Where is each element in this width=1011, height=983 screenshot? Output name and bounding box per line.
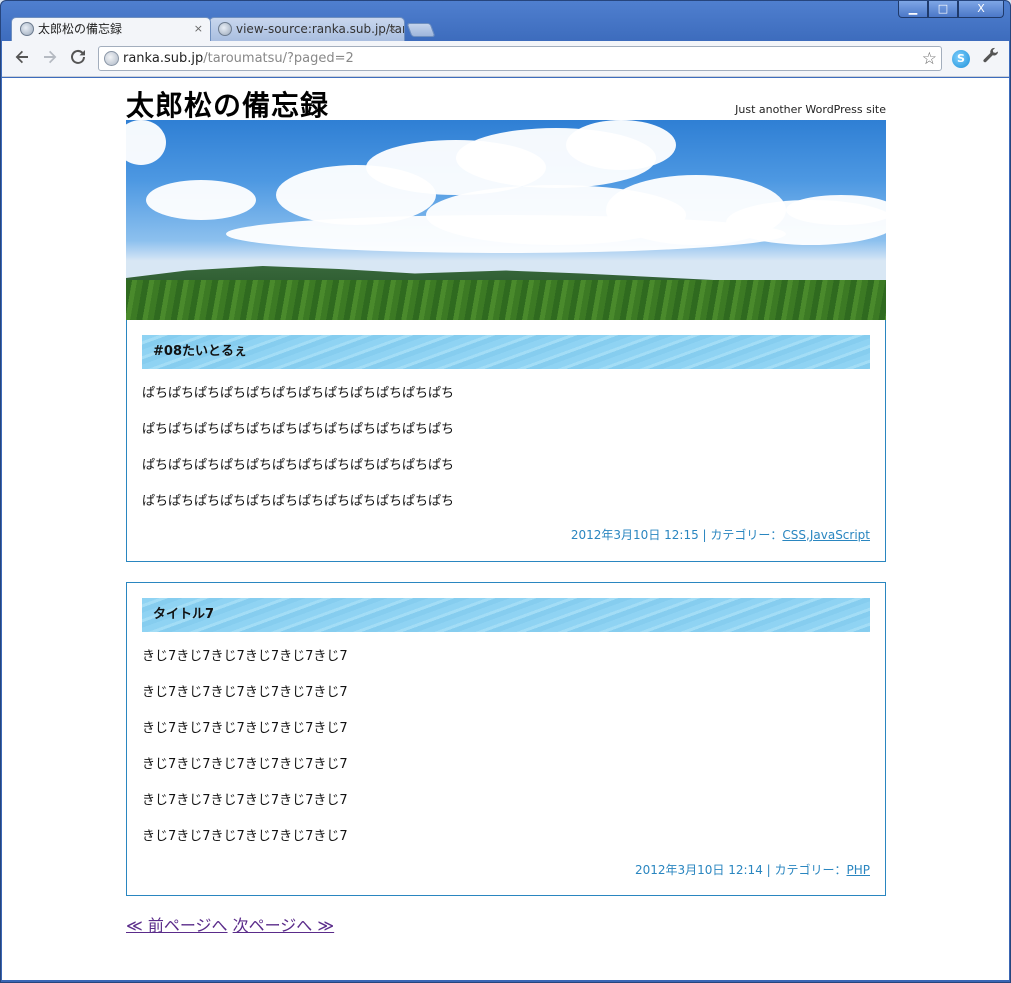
post: タイトル7 きじ7きじ7きじ7きじ7きじ7きじ7 きじ7きじ7きじ7きじ7きじ7… xyxy=(126,582,886,896)
pagination: ≪ 前ページへ 次ページへ ≫ xyxy=(126,912,334,936)
post-body-line: きじ7きじ7きじ7きじ7きじ7きじ7 xyxy=(142,649,348,664)
url-path: /taroumatsu/?paged=2 xyxy=(203,51,354,66)
category-link-php[interactable]: PHP xyxy=(847,863,871,877)
post-meta: 2012年3月10日 12:15 | カテゴリー：CSS,JavaScript xyxy=(570,528,870,542)
post-body-line: きじ7きじ7きじ7きじ7きじ7きじ7 xyxy=(142,793,348,808)
site-tagline: Just another WordPress site xyxy=(735,103,886,116)
tab-title: 太郎松の備忘録 xyxy=(38,22,123,36)
forward-icon[interactable] xyxy=(42,49,58,69)
site-title[interactable]: 太郎松の備忘録 xyxy=(126,84,329,124)
reload-icon[interactable] xyxy=(70,49,86,69)
tab-view-source[interactable]: view-source:ranka.sub.jp/tar × xyxy=(209,17,405,41)
tab-close-icon[interactable]: × xyxy=(388,18,397,40)
post-body-line: ぱちぱちぱちぱちぱちぱちぱちぱちぱちぱちぱちぱち xyxy=(142,422,455,437)
post-body-line: ぱちぱちぱちぱちぱちぱちぱちぱちぱちぱちぱちぱち xyxy=(142,458,455,473)
header-field xyxy=(126,280,886,321)
url-domain: ranka.sub.jp xyxy=(123,51,204,66)
globe-icon xyxy=(104,51,119,66)
page-viewport: 太郎松の備忘録 Just another WordPress site #08た… xyxy=(2,78,1009,980)
new-tab-button[interactable] xyxy=(406,23,436,37)
browser-window: ▁ □ X 太郎松の備忘録 × view-source:ranka.sub.jp… xyxy=(0,0,1011,983)
address-bar[interactable]: ranka.sub.jp/taroumatsu/?paged=2 ☆ xyxy=(98,46,942,71)
post-meta: 2012年3月10日 12:14 | カテゴリー：PHP xyxy=(635,861,870,878)
star-icon[interactable]: ☆ xyxy=(922,49,937,69)
tab-title: view-source:ranka.sub.jp/tar xyxy=(236,22,405,36)
post-body-line: ぱちぱちぱちぱちぱちぱちぱちぱちぱちぱちぱちぱち xyxy=(142,494,455,509)
post-meta-text: 2012年3月10日 12:15 | カテゴリー： xyxy=(570,528,783,542)
wrench-icon[interactable] xyxy=(982,47,1000,70)
browser-toolbar: ranka.sub.jp/taroumatsu/?paged=2 ☆ S xyxy=(2,41,1009,77)
category-link-javascript[interactable]: JavaScript xyxy=(810,528,870,542)
tab-close-icon[interactable]: × xyxy=(194,18,203,40)
header-image xyxy=(126,120,886,321)
next-page-link[interactable]: 次ページへ ≫ xyxy=(233,916,335,935)
post: #08たいとるぇ ぱちぱちぱちぱちぱちぱちぱちぱちぱちぱちぱちぱち ぱちぱちぱち… xyxy=(126,320,886,562)
post-body-line: きじ7きじ7きじ7きじ7きじ7きじ7 xyxy=(142,721,348,736)
back-icon[interactable] xyxy=(14,49,30,69)
post-meta-text: 2012年3月10日 12:14 | カテゴリー： xyxy=(634,863,847,877)
url-text[interactable]: ranka.sub.jp/taroumatsu/?paged=2 xyxy=(123,51,354,67)
post-body-line: ぱちぱちぱちぱちぱちぱちぱちぱちぱちぱちぱちぱち xyxy=(142,386,455,401)
post-title[interactable]: タイトル7 xyxy=(142,598,870,632)
globe-icon xyxy=(20,22,34,36)
prev-page-link[interactable]: ≪ 前ページへ xyxy=(126,916,228,935)
post-body-line: きじ7きじ7きじ7きじ7きじ7きじ7 xyxy=(142,757,348,772)
post-body-line: きじ7きじ7きじ7きじ7きじ7きじ7 xyxy=(142,685,348,700)
tab-active[interactable]: 太郎松の備忘録 × xyxy=(11,17,211,41)
globe-icon xyxy=(218,22,232,36)
post-title[interactable]: #08たいとるぇ xyxy=(142,335,870,369)
category-link-css[interactable]: CSS xyxy=(782,528,806,542)
tab-strip: 太郎松の備忘録 × view-source:ranka.sub.jp/tar × xyxy=(1,15,1011,41)
skype-icon[interactable]: S xyxy=(952,50,970,68)
post-body-line: きじ7きじ7きじ7きじ7きじ7きじ7 xyxy=(142,829,348,844)
